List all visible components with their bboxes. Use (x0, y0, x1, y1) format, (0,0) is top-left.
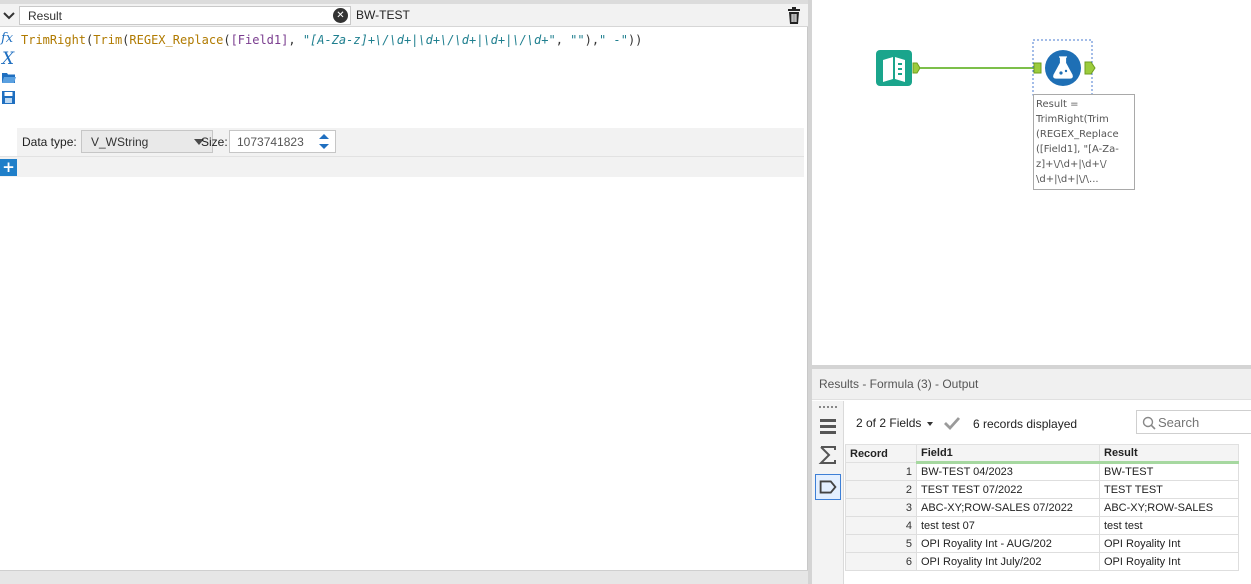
svg-text:fx: fx (0, 31, 14, 46)
expression-token: [Field1] (230, 33, 289, 47)
expression-token: "[A-Za-z]+\/\d+|\d+\/\d+|\d+|\/\d+" (302, 33, 556, 47)
chevron-down-icon (3, 11, 15, 19)
expression-token: ), (584, 33, 600, 47)
clear-icon[interactable]: ✕ (333, 8, 348, 23)
results-header: Results - Formula (3) - Output (812, 369, 1251, 400)
record-cell: 1 (845, 462, 917, 481)
tool-annotation: Result = TrimRight(Trim (REGEX_Replace (… (1033, 94, 1135, 190)
collapse-button[interactable] (0, 5, 18, 26)
column-header-record[interactable]: Record (845, 444, 917, 463)
formula-tool-input-anchor[interactable] (1033, 62, 1042, 74)
field1-cell: test test 07 (916, 516, 1100, 535)
expression-token: REGEX_Replace (129, 33, 224, 47)
workflow-canvas[interactable]: Result = TrimRight(Trim (REGEX_Replace (… (812, 0, 1251, 365)
variable-icon[interactable]: X (0, 48, 17, 67)
app-window: ✕ BW-TEST fx X TrimRight(Trim(REGEX_Repl… (0, 0, 1251, 584)
data-view-tag-icon[interactable] (815, 474, 841, 500)
list-view-icon[interactable] (816, 415, 840, 439)
results-toolbar: 2 of 2 Fields 6 records displayed (845, 401, 1251, 443)
expression-token: , (288, 33, 303, 47)
function-icon[interactable]: fx (0, 28, 17, 47)
result-cell: ABC-XY;ROW-SALES (1099, 498, 1239, 517)
table-body: 1 BW-TEST 04/2023 BW-TEST 2 TEST TEST 07/202… (845, 462, 1239, 571)
expression-token: " -" (599, 33, 628, 47)
svg-text:X: X (0, 49, 15, 67)
field1-cell: BW-TEST 04/2023 (916, 462, 1100, 481)
results-table: Record Field1 Result 1 BW-TEST 04/2023 BW-… (845, 444, 1239, 571)
expression-token: )) (627, 33, 643, 47)
data-type-value: V_WString (91, 135, 149, 149)
expression-editor[interactable]: TrimRight(Trim(REGEX_Replace([Field1], "… (18, 28, 804, 128)
data-type-row: Data type: V_WString Size: (17, 128, 804, 156)
data-type-dropdown[interactable]: V_WString (81, 130, 213, 153)
record-cell: 3 (845, 498, 917, 517)
delete-expression-button[interactable] (786, 7, 802, 25)
open-folder-icon[interactable] (0, 68, 17, 87)
input-tool-output-anchor[interactable] (912, 62, 921, 74)
grip-icon (819, 406, 837, 409)
expression-token: TrimRight (21, 33, 87, 47)
config-bottom-bar (0, 570, 808, 584)
record-cell: 2 (845, 480, 917, 499)
result-cell: test test (1099, 516, 1239, 535)
record-cell: 6 (845, 552, 917, 571)
table-row[interactable]: 4 test test 07 test test (845, 516, 1239, 535)
add-icon[interactable]: + (0, 159, 17, 176)
search-icon (1142, 416, 1156, 430)
expression-side-toolbar: fx X (0, 28, 17, 108)
output-field-input[interactable] (19, 6, 351, 25)
expression-token: "" (570, 33, 585, 47)
search-input[interactable] (1158, 413, 1250, 431)
results-panel: Results - Formula (3) - Output 2 of 2 Fi… (812, 369, 1251, 584)
table-row[interactable]: 3 ABC-XY;ROW-SALES 07/2022 ABC-XY;ROW-SALE… (845, 498, 1239, 517)
result-cell: TEST TEST (1099, 480, 1239, 499)
table-row[interactable]: 5 OPI Royality Int - AUG/202 OPI Royality … (845, 534, 1239, 553)
results-view-rail (812, 401, 844, 584)
metadata-sigma-icon[interactable] (816, 443, 840, 467)
table-header-row: Record Field1 Result (845, 444, 1239, 464)
table-row[interactable]: 6 OPI Royality Int July/202 OPI Royality I… (845, 552, 1239, 571)
field1-cell: ABC-XY;ROW-SALES 07/2022 (916, 498, 1100, 517)
add-expression-row: + (0, 156, 804, 177)
record-cell: 4 (845, 516, 917, 535)
expression-header-row: ✕ BW-TEST (0, 4, 808, 27)
fields-selector-dropdown[interactable]: 2 of 2 Fields (856, 416, 934, 430)
expression-token: , (555, 33, 571, 47)
expression-preview-value: BW-TEST (356, 8, 410, 22)
fields-selector-label: 2 of 2 Fields (856, 416, 922, 430)
expression-token: ( (223, 33, 231, 47)
expression-token: Trim (93, 33, 123, 47)
size-spinner-icon[interactable] (313, 131, 335, 152)
table-row[interactable]: 2 TEST TEST 07/2022 TEST TEST (845, 480, 1239, 499)
record-cell: 5 (845, 534, 917, 553)
input-data-tool[interactable] (876, 50, 912, 86)
column-header-result[interactable]: Result (1099, 444, 1239, 464)
formula-config-panel: ✕ BW-TEST fx X TrimRight(Trim(REGEX_Repl… (0, 0, 808, 584)
result-cell: BW-TEST (1099, 462, 1239, 481)
search-box (1136, 410, 1251, 434)
result-cell: OPI Royality Int (1099, 534, 1239, 553)
chevron-down-icon (927, 421, 934, 426)
data-type-label: Data type: (22, 135, 77, 149)
formula-tool-output-anchor[interactable] (1084, 61, 1096, 75)
field1-cell: TEST TEST 07/2022 (916, 480, 1100, 499)
table-row[interactable]: 1 BW-TEST 04/2023 BW-TEST (845, 462, 1239, 481)
trash-icon (788, 7, 800, 24)
save-icon[interactable] (0, 88, 17, 107)
checkmark-icon[interactable] (943, 415, 961, 431)
results-title: Results - Formula (3) - Output (819, 377, 979, 391)
records-count: 6 records displayed (973, 417, 1078, 431)
column-header-field1[interactable]: Field1 (916, 444, 1100, 464)
workflow-graph (876, 39, 1096, 96)
formula-tool[interactable] (1045, 50, 1081, 86)
field1-cell: OPI Royality Int July/202 (916, 552, 1100, 571)
result-cell: OPI Royality Int (1099, 552, 1239, 571)
size-label: Size: (201, 135, 228, 149)
field1-cell: OPI Royality Int - AUG/202 (916, 534, 1100, 553)
